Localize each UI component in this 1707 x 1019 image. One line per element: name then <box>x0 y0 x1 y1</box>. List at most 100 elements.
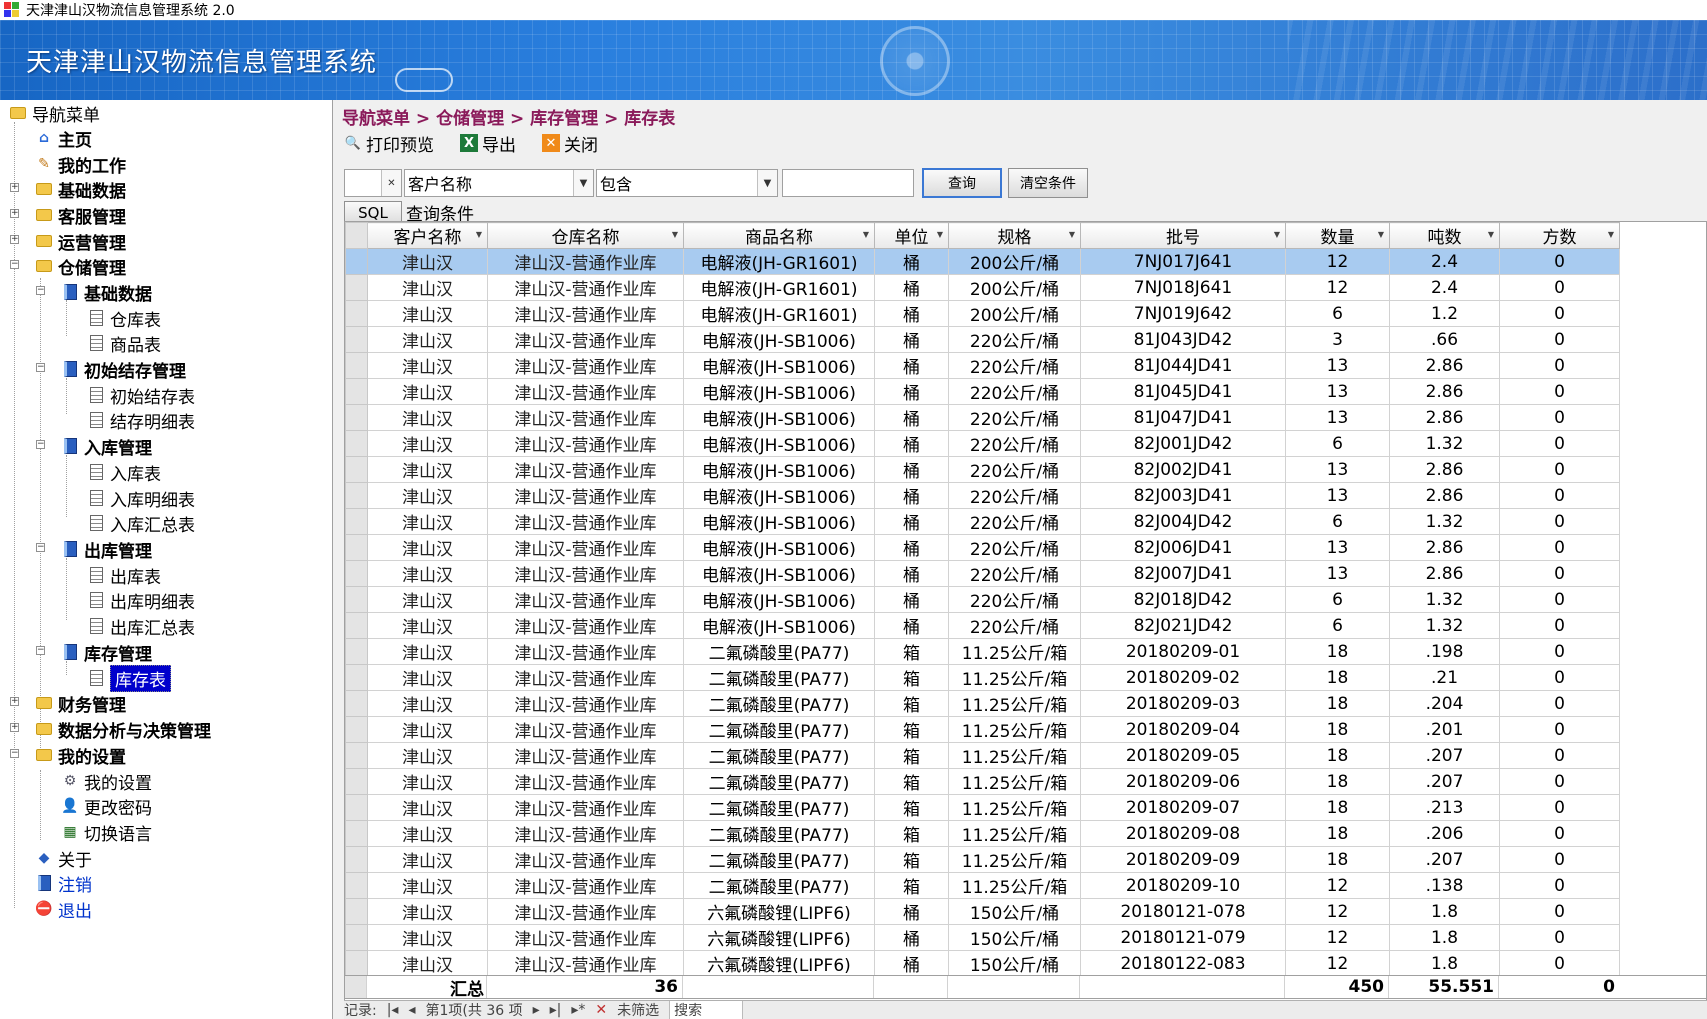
table-cell[interactable]: .207 <box>1389 742 1500 769</box>
table-cell[interactable]: 电解液(JH-SB1006) <box>683 378 875 405</box>
row-selector[interactable] <box>345 300 368 327</box>
table-cell[interactable]: 220公斤/桶 <box>948 404 1081 431</box>
table-cell[interactable]: 电解液(JH-SB1006) <box>683 430 875 457</box>
table-cell[interactable]: 二氟磷酸里(PA77) <box>683 846 875 873</box>
table-cell[interactable]: 11.25公斤/箱 <box>948 716 1081 743</box>
row-selector[interactable] <box>345 404 368 431</box>
table-cell[interactable]: 11.25公斤/箱 <box>948 638 1081 665</box>
table-cell[interactable]: 桶 <box>874 950 949 977</box>
table-row[interactable]: 津山汉 津山汉-营通作业库 二氟磷酸里(PA77) 箱 11.25公斤/箱 2018020… <box>345 794 1620 821</box>
nav-logout[interactable]: 注销 <box>34 870 92 896</box>
table-cell[interactable]: 3 <box>1285 326 1390 353</box>
table-row[interactable]: 津山汉 津山汉-营通作业库 电解液(JH-SB1006) 桶 220公斤/桶 81J044… <box>345 352 1620 379</box>
table-cell[interactable]: 津山汉-营通作业库 <box>487 846 684 873</box>
table-row[interactable]: 津山汉 津山汉-营通作业库 六氟磷酸锂(LIPF6) 桶 150公斤/桶 20180121… <box>345 898 1620 925</box>
table-cell[interactable]: 电解液(JH-SB1006) <box>683 352 875 379</box>
table-cell[interactable]: 0 <box>1499 950 1620 977</box>
nav-stock-table[interactable]: 库存表 <box>86 664 171 692</box>
dropdown-arrow-icon[interactable]: ▼ <box>1378 230 1384 239</box>
last-record-button[interactable]: ▸| <box>550 1002 562 1018</box>
nav-home[interactable]: ⌂ 主页 <box>34 125 92 151</box>
table-cell[interactable]: 12 <box>1285 248 1390 275</box>
table-cell[interactable]: 津山汉 <box>367 586 488 613</box>
table-cell[interactable]: 150公斤/桶 <box>948 898 1081 925</box>
nav-analysis[interactable]: 数据分析与决策管理 <box>34 716 211 742</box>
table-row[interactable]: 津山汉 津山汉-营通作业库 二氟磷酸里(PA77) 箱 11.25公斤/箱 2018020… <box>345 690 1620 717</box>
nav-out-summary[interactable]: 出库汇总表 <box>86 613 195 639</box>
table-cell[interactable]: 0 <box>1499 482 1620 509</box>
table-cell[interactable]: 箱 <box>874 742 949 769</box>
table-cell[interactable]: 200公斤/桶 <box>948 274 1081 301</box>
collapse-toggle[interactable]: − <box>36 543 45 552</box>
table-cell[interactable]: 津山汉-营通作业库 <box>487 638 684 665</box>
table-cell[interactable]: 津山汉-营通作业库 <box>487 768 684 795</box>
dropdown-arrow-icon[interactable]: ▼ <box>1488 230 1494 239</box>
table-cell[interactable]: 20180209-01 <box>1080 638 1286 665</box>
nav-in-detail[interactable]: 入库明细表 <box>86 485 195 511</box>
filter-prefix-select[interactable]: ✕ <box>344 169 402 197</box>
table-cell[interactable]: 津山汉 <box>367 664 488 691</box>
table-cell[interactable]: 7NJ017J641 <box>1080 248 1286 275</box>
table-cell[interactable]: 220公斤/桶 <box>948 430 1081 457</box>
table-cell[interactable]: 电解液(JH-SB1006) <box>683 326 875 353</box>
table-cell[interactable]: .213 <box>1389 794 1500 821</box>
nav-exit[interactable]: ⛔ 退出 <box>34 896 92 922</box>
table-row[interactable]: 津山汉 津山汉-营通作业库 电解液(JH-SB1006) 桶 220公斤/桶 81J045… <box>345 378 1620 405</box>
table-row[interactable]: 津山汉 津山汉-营通作业库 二氟磷酸里(PA77) 箱 11.25公斤/箱 2018020… <box>345 872 1620 899</box>
column-header-tons[interactable]: 吨数 ▼ <box>1389 222 1500 249</box>
collapse-toggle[interactable]: − <box>36 286 45 295</box>
table-row[interactable]: 津山汉 津山汉-营通作业库 二氟磷酸里(PA77) 箱 11.25公斤/箱 2018020… <box>345 716 1620 743</box>
table-cell[interactable]: 82J007JD41 <box>1080 560 1286 587</box>
table-cell[interactable]: 桶 <box>874 430 949 457</box>
prev-record-button[interactable]: ◂ <box>408 1002 415 1018</box>
table-cell[interactable]: 20180121-079 <box>1080 924 1286 951</box>
expand-toggle[interactable]: + <box>10 723 19 732</box>
table-cell[interactable]: 11.25公斤/箱 <box>948 690 1081 717</box>
filter-operator-select[interactable]: 包含 ▼ <box>596 169 778 197</box>
table-cell[interactable]: 0 <box>1499 404 1620 431</box>
table-cell[interactable]: 81J044JD41 <box>1080 352 1286 379</box>
table-cell[interactable]: 箱 <box>874 716 949 743</box>
table-cell[interactable]: 六氟磷酸锂(LIPF6) <box>683 950 875 977</box>
expand-toggle[interactable]: + <box>10 209 19 218</box>
table-cell[interactable]: 6 <box>1285 300 1390 327</box>
table-cell[interactable]: 2.86 <box>1389 560 1500 587</box>
table-cell[interactable]: 0 <box>1499 534 1620 561</box>
table-cell[interactable]: 六氟磷酸锂(LIPF6) <box>683 924 875 951</box>
table-cell[interactable]: 13 <box>1285 482 1390 509</box>
table-cell[interactable]: .21 <box>1389 664 1500 691</box>
table-cell[interactable]: 0 <box>1499 690 1620 717</box>
table-cell[interactable]: 津山汉 <box>367 950 488 977</box>
tree-root[interactable]: 导航菜单 <box>8 100 100 126</box>
row-selector[interactable] <box>345 560 368 587</box>
table-cell[interactable]: 津山汉-营通作业库 <box>487 664 684 691</box>
table-cell[interactable]: 12 <box>1285 950 1390 977</box>
table-cell[interactable]: 桶 <box>874 534 949 561</box>
table-cell[interactable]: 电解液(JH-SB1006) <box>683 404 875 431</box>
table-cell[interactable]: 电解液(JH-GR1601) <box>683 274 875 301</box>
first-record-button[interactable]: |◂ <box>387 1002 399 1018</box>
table-cell[interactable]: 11.25公斤/箱 <box>948 742 1081 769</box>
nav-init-detail[interactable]: 结存明细表 <box>86 407 195 433</box>
dropdown-arrow-icon[interactable]: ▼ <box>863 230 869 239</box>
table-cell[interactable]: 箱 <box>874 638 949 665</box>
table-cell[interactable]: 20180121-078 <box>1080 898 1286 925</box>
table-cell[interactable]: 桶 <box>874 248 949 275</box>
table-row[interactable]: 津山汉 津山汉-营通作业库 二氟磷酸里(PA77) 箱 11.25公斤/箱 2018020… <box>345 768 1620 795</box>
query-button[interactable]: 查询 <box>922 168 1002 198</box>
table-cell[interactable]: 津山汉-营通作业库 <box>487 378 684 405</box>
table-cell[interactable]: 20180209-06 <box>1080 768 1286 795</box>
nav-my-work[interactable]: ✎ 我的工作 <box>34 151 126 177</box>
collapse-toggle[interactable]: − <box>36 363 45 372</box>
table-cell[interactable]: 220公斤/桶 <box>948 378 1081 405</box>
nav-stock-mgmt[interactable]: 库存管理 <box>60 639 152 665</box>
table-cell[interactable]: 津山汉 <box>367 872 488 899</box>
row-selector[interactable] <box>345 950 368 977</box>
column-header-customer[interactable]: 客户名称 ▼ <box>367 222 488 249</box>
row-selector[interactable] <box>345 482 368 509</box>
table-cell[interactable]: 20180209-03 <box>1080 690 1286 717</box>
table-cell[interactable]: 220公斤/桶 <box>948 352 1081 379</box>
table-cell[interactable]: 200公斤/桶 <box>948 248 1081 275</box>
row-selector[interactable] <box>345 820 368 847</box>
table-row[interactable]: 津山汉 津山汉-营通作业库 电解液(JH-SB1006) 桶 220公斤/桶 82J007… <box>345 560 1620 587</box>
